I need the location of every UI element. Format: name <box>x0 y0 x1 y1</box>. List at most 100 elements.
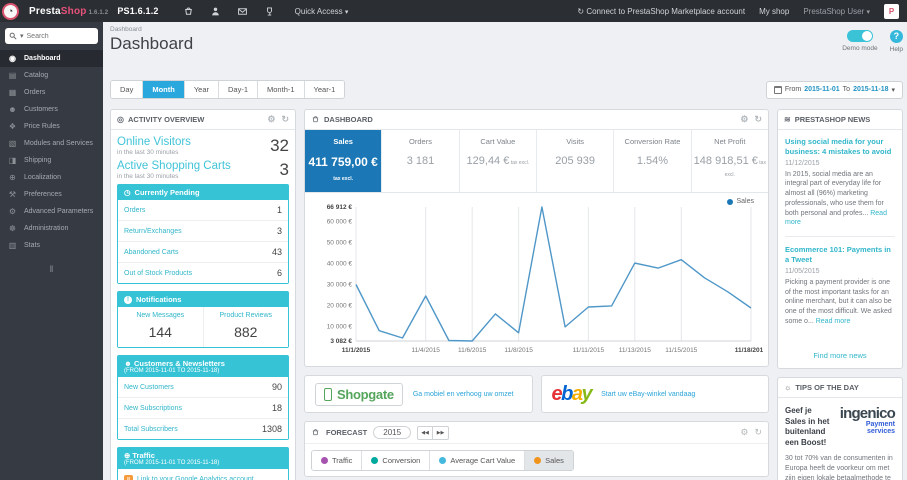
sidebar-item-stats[interactable]: ▥ Stats <box>0 237 103 254</box>
sidebar-item-shipping[interactable]: ◨ Shipping <box>0 152 103 169</box>
help-icon[interactable]: ? <box>889 30 903 43</box>
user-avatar[interactable]: P <box>884 3 899 19</box>
notification-col[interactable]: New Messages 144 <box>118 307 204 347</box>
forecast-legend: Traffic Conversion Average Cart Value Sales <box>311 450 574 471</box>
online-visitors-stat[interactable]: Online Visitors in the last 30 minutes 3… <box>117 136 289 156</box>
search-input[interactable] <box>26 32 83 40</box>
table-row[interactable]: Out of Stock Products 6 <box>118 263 288 283</box>
calendar-icon <box>773 85 782 94</box>
my-shop-link[interactable]: My shop <box>759 7 789 16</box>
notification-col[interactable]: Product Reviews 882 <box>204 307 289 347</box>
legend-dot-icon <box>371 457 379 464</box>
article-title-link[interactable]: Using social media for your business: 4 … <box>785 137 895 157</box>
refresh-icon[interactable]: ↻ <box>754 114 762 125</box>
sidebar-item-orders[interactable]: ▦ Orders <box>0 84 103 101</box>
sidebar-item-dashboard[interactable]: ◉ Dashboard <box>0 50 103 67</box>
kpi-label: Visits <box>566 137 585 146</box>
table-row[interactable]: Orders 1 <box>118 200 288 221</box>
ebay-letter: b <box>561 382 573 405</box>
forecast-chip-sales[interactable]: Sales <box>525 451 573 470</box>
shopgate-logo: Shopgate <box>315 382 403 406</box>
row-label: Total Subscribers <box>124 425 178 433</box>
gear-icon[interactable]: ⚙ <box>267 114 275 125</box>
row-label: New Customers <box>124 383 174 391</box>
row-value: 1 <box>276 205 282 215</box>
filter-button-year-1[interactable]: Year-1 <box>304 81 345 98</box>
forecast-chip-conversion[interactable]: Conversion <box>362 451 431 470</box>
forecast-chip-average-cart-value[interactable]: Average Cart Value <box>430 451 526 470</box>
kpi-suffix: tax excl. <box>509 160 530 166</box>
cart-icon[interactable] <box>183 6 194 17</box>
table-row[interactable]: Abandoned Carts 43 <box>118 242 288 263</box>
date-from: 2015-11-01 <box>804 86 840 93</box>
date-range-picker[interactable]: From 2015-11-01 To 2015-11-18 ▾ <box>765 80 903 99</box>
table-row[interactable]: New Subscriptions 18 <box>118 398 288 419</box>
forecast-chip-traffic[interactable]: Traffic <box>312 451 363 470</box>
menu-collapse-button[interactable]: ‖ <box>0 264 103 274</box>
gear-icon[interactable]: ⚙ <box>740 427 748 438</box>
chip-label: Traffic <box>332 456 353 465</box>
svg-text:11/6/2015: 11/6/2015 <box>458 347 487 354</box>
marketplace-link[interactable]: ↻ Connect to PrestaShop Marketplace acco… <box>577 7 745 16</box>
find-more-news-link[interactable]: Find more news <box>778 347 902 368</box>
read-more-link[interactable]: Read more <box>785 210 887 227</box>
sidebar-item-catalog[interactable]: ▤ Catalog <box>0 67 103 84</box>
notification-label: Product Reviews <box>219 312 273 319</box>
brand-shop: Shop <box>60 5 87 17</box>
table-row[interactable]: Total Subscribers 1308 <box>118 419 288 439</box>
table-row[interactable]: Return/Exchanges 3 <box>118 221 288 242</box>
ebay-banner[interactable]: ebay Start uw eBay-winkel vandaag <box>540 375 769 413</box>
filter-button-day-1[interactable]: Day-1 <box>219 81 259 98</box>
prev-year-button[interactable]: ◀◀ <box>417 425 434 440</box>
filter-button-month[interactable]: Month <box>143 81 185 98</box>
next-year-button[interactable]: ▶▶ <box>433 425 450 440</box>
news-article: Using social media for your business: 4 … <box>785 137 895 238</box>
kpi-tab-cart-value[interactable]: Cart Value 129,44 € tax excl. <box>460 130 537 192</box>
active-carts-stat[interactable]: Active Shopping Carts in the last 30 min… <box>117 160 289 180</box>
kpi-tab-conversion-rate[interactable]: Conversion Rate 1.54% <box>614 130 692 192</box>
sidebar-item-modules-and-services[interactable]: ▧ Modules and Services <box>0 135 103 152</box>
article-title-link[interactable]: Ecommerce 101: Payments in a Tweet <box>785 245 895 265</box>
sidebar-item-customers[interactable]: ☻ Customers <box>0 101 103 118</box>
globe-icon: ⊕ <box>124 451 131 460</box>
svg-text:20 000 €: 20 000 € <box>327 302 353 309</box>
filter-button-day[interactable]: Day <box>111 81 144 98</box>
refresh-icon[interactable]: ↻ <box>754 427 762 438</box>
quick-access-dropdown[interactable]: Quick Access ▾ <box>295 7 349 16</box>
svg-text:11/15/2015: 11/15/2015 <box>665 347 697 354</box>
google-analytics-link[interactable]: Link to your Google Analytics account <box>137 476 254 480</box>
user-icon[interactable] <box>210 6 221 17</box>
article-date: 11/05/2015 <box>785 267 820 275</box>
article-excerpt: Picking a payment provider is one of the… <box>785 278 892 325</box>
sidebar-item-administration[interactable]: ☸ Administration <box>0 220 103 237</box>
row-label: Abandoned Carts <box>124 248 179 256</box>
kpi-tab-orders[interactable]: Orders 3 181 <box>382 130 460 192</box>
sidebar-item-localization[interactable]: ⊕ Localization <box>0 169 103 186</box>
kpi-suffix: tax excl. <box>724 160 766 178</box>
chevron-down-icon[interactable]: ▾ <box>20 32 24 40</box>
table-row[interactable]: New Customers 90 <box>118 377 288 398</box>
shopgate-banner[interactable]: Shopgate Ga mobiel en verhoog uw omzet <box>304 375 533 413</box>
sidebar-item-preferences[interactable]: ⚒ Preferences <box>0 186 103 203</box>
sidebar-item-label: Modules and Services <box>24 140 93 147</box>
demo-mode-toggle[interactable] <box>846 30 873 42</box>
sidebar-item-advanced-parameters[interactable]: ⚙ Advanced Parameters <box>0 203 103 220</box>
trophy-icon[interactable] <box>264 6 275 17</box>
administration-icon: ☸ <box>8 224 17 233</box>
filter-button-year[interactable]: Year <box>184 81 219 98</box>
row-value: 1308 <box>261 424 282 434</box>
sidebar-search[interactable]: ▾ <box>5 28 98 44</box>
gear-icon[interactable]: ⚙ <box>740 114 748 125</box>
refresh-icon[interactable]: ↻ <box>281 114 289 125</box>
kpi-tab-visits[interactable]: Visits 205 939 <box>537 130 615 192</box>
mail-icon[interactable] <box>237 6 248 17</box>
kpi-tab-net-profit[interactable]: Net Profit 148 918,51 € tax excl. <box>692 130 768 192</box>
shopgate-link[interactable]: Ga mobiel en verhoog uw omzet <box>413 391 514 398</box>
user-menu[interactable]: PrestaShop User ▾ <box>803 7 870 16</box>
filter-button-month-1[interactable]: Month-1 <box>258 81 305 98</box>
read-more-link[interactable]: Read more <box>816 318 851 325</box>
kpi-tab-sales[interactable]: Sales 411 759,00 € tax excl. <box>305 130 383 192</box>
kpi-value: 1.54% <box>636 155 669 167</box>
sidebar-item-price-rules[interactable]: ❖ Price Rules <box>0 118 103 135</box>
ebay-link[interactable]: Start uw eBay-winkel vandaag <box>601 391 695 398</box>
